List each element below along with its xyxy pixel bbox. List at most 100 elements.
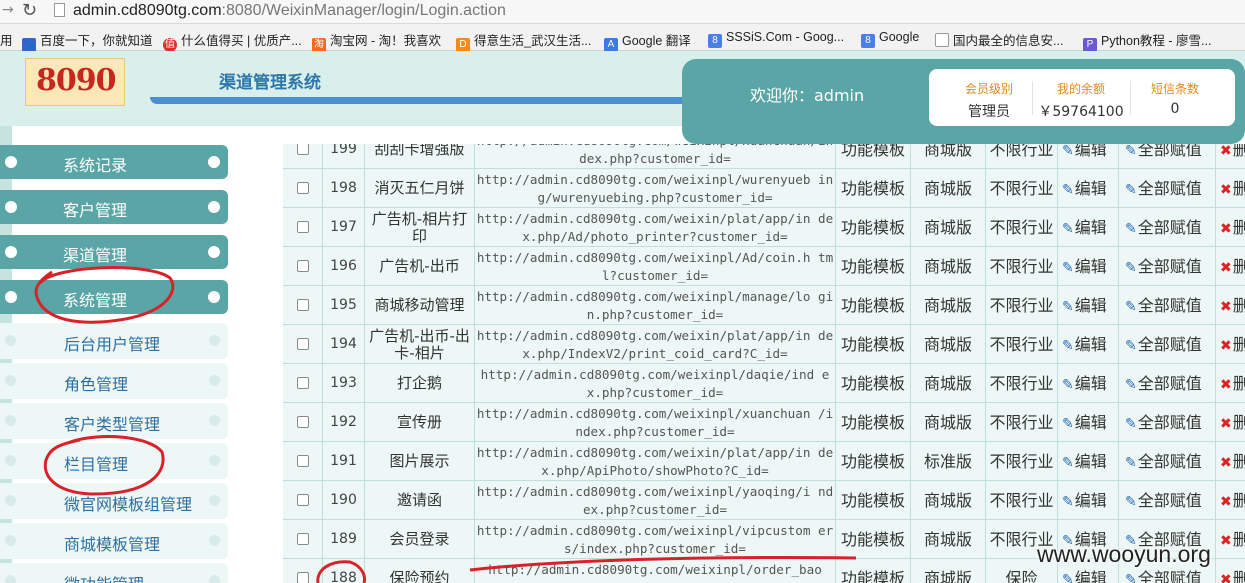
- bookmark-item[interactable]: 8 Google: [861, 30, 919, 48]
- sms-count: 短信条数 0: [1130, 80, 1220, 117]
- delete-icon: ✖: [1220, 299, 1232, 315]
- row-checkbox[interactable]: [297, 299, 309, 311]
- sidebar-subitem-columns[interactable]: 栏目管理: [0, 443, 228, 479]
- bookmark-item[interactable]: P Python教程 - 廖雪...: [1083, 30, 1211, 52]
- delete-link[interactable]: ✖删除: [1216, 208, 1245, 247]
- edit-label: 编辑: [1074, 218, 1107, 237]
- edit-link[interactable]: ✎编辑: [1058, 169, 1119, 208]
- assign-all-label: 全部赋值: [1137, 413, 1202, 432]
- delete-icon: ✖: [1220, 455, 1232, 471]
- bookmark-item[interactable]: 国内最全的信息安...: [935, 30, 1063, 49]
- sidebar-item-customers[interactable]: 客户管理: [0, 190, 228, 224]
- row-checkbox[interactable]: [297, 182, 309, 194]
- row-checkbox[interactable]: [297, 338, 309, 350]
- delete-icon: ✖: [1220, 377, 1232, 393]
- edit-link[interactable]: ✎编辑: [1058, 208, 1119, 247]
- sidebar-subitem-roles[interactable]: 角色管理: [0, 363, 228, 399]
- delete-link[interactable]: ✖删除: [1216, 169, 1245, 208]
- edit-link[interactable]: ✎编辑: [1058, 481, 1119, 520]
- row-select-cell: [283, 520, 323, 559]
- assign-all-link[interactable]: ✎全部赋值: [1119, 247, 1216, 286]
- sidebar-subitem-micro-functions[interactable]: 微功能管理: [0, 563, 228, 583]
- delete-link[interactable]: ✖删除: [1216, 403, 1245, 442]
- row-checkbox[interactable]: [297, 144, 309, 155]
- url-field[interactable]: admin.cd8090tg.com:8080/WeixinManager/lo…: [54, 2, 506, 20]
- delete-link[interactable]: ✖删除: [1216, 559, 1245, 583]
- row-checkbox[interactable]: [297, 260, 309, 272]
- forward-arrow-icon[interactable]: →: [2, 2, 14, 18]
- sidebar-item-system-log[interactable]: 系统记录: [0, 145, 228, 179]
- bookmark-item[interactable]: 用: [0, 30, 13, 49]
- row-name: 会员登录: [365, 520, 475, 559]
- table-row: 196 广告机-出币 http://admin.cd8090tg.com/weixi…: [283, 247, 1245, 286]
- assign-all-label: 全部赋值: [1137, 452, 1202, 471]
- assign-all-label: 全部赋值: [1137, 491, 1202, 510]
- row-industry: 不限行业: [986, 208, 1058, 247]
- assign-all-link[interactable]: ✎全部赋值: [1119, 364, 1216, 403]
- pencil-icon: ✎: [1125, 377, 1137, 393]
- sidebar-subitem-admin-users[interactable]: 后台用户管理: [0, 323, 228, 359]
- edit-link[interactable]: ✎编辑: [1058, 247, 1119, 286]
- delete-label: 删除: [1232, 569, 1245, 583]
- row-type: 功能模板: [836, 286, 911, 325]
- delete-link[interactable]: ✖删除: [1216, 325, 1245, 364]
- assign-all-link[interactable]: ✎全部赋值: [1119, 208, 1216, 247]
- delete-link[interactable]: ✖删除: [1216, 481, 1245, 520]
- delete-link[interactable]: ✖删除: [1216, 144, 1245, 169]
- assign-all-link[interactable]: ✎全部赋值: [1119, 442, 1216, 481]
- sms-count-label: 短信条数: [1150, 82, 1199, 96]
- bookmark-item[interactable]: D 得意生活_武汉生活...: [456, 30, 591, 52]
- edit-link[interactable]: ✎编辑: [1058, 325, 1119, 364]
- bookmark-item[interactable]: A Google 翻译: [604, 30, 691, 52]
- sidebar-subitem-micro-site-templates[interactable]: 微官网模板组管理: [0, 483, 228, 519]
- edit-link[interactable]: ✎编辑: [1058, 403, 1119, 442]
- row-checkbox[interactable]: [297, 572, 309, 583]
- row-select-cell: [283, 286, 323, 325]
- delete-link[interactable]: ✖删除: [1216, 442, 1245, 481]
- edit-link[interactable]: ✎编辑: [1058, 144, 1119, 169]
- sidebar-subitem-customer-types[interactable]: 客户类型管理: [0, 403, 228, 439]
- assign-all-label: 全部赋值: [1137, 179, 1202, 198]
- assign-all-link[interactable]: ✎全部赋值: [1119, 169, 1216, 208]
- row-version: 商城版: [911, 403, 986, 442]
- bookmark-label: 国内最全的信息安...: [953, 34, 1064, 48]
- row-checkbox[interactable]: [297, 416, 309, 428]
- delete-link[interactable]: ✖删除: [1216, 247, 1245, 286]
- delete-label: 删除: [1232, 452, 1245, 471]
- sidebar-subitem-mall-templates[interactable]: 商城模板管理: [0, 523, 228, 559]
- address-bar: → ↻ admin.cd8090tg.com:8080/WeixinManage…: [0, 0, 1245, 24]
- assign-all-link[interactable]: ✎全部赋值: [1119, 286, 1216, 325]
- assign-all-link[interactable]: ✎全部赋值: [1119, 325, 1216, 364]
- sidebar-item-channels[interactable]: 渠道管理: [0, 235, 228, 269]
- bookmark-item[interactable]: 🐾 百度一下，你就知道: [22, 30, 153, 52]
- sidebar-item-system[interactable]: 系统管理: [0, 280, 228, 314]
- delete-label: 删除: [1232, 144, 1245, 159]
- bookmark-item[interactable]: 8 SSSiS.Com - Goog...: [708, 30, 844, 48]
- pencil-icon: ✎: [1125, 494, 1137, 510]
- assign-all-label: 全部赋值: [1137, 296, 1202, 315]
- delete-link[interactable]: ✖删除: [1216, 520, 1245, 559]
- delete-link[interactable]: ✖删除: [1216, 364, 1245, 403]
- row-checkbox[interactable]: [297, 533, 309, 545]
- edit-link[interactable]: ✎编辑: [1058, 442, 1119, 481]
- edit-link[interactable]: ✎编辑: [1058, 364, 1119, 403]
- assign-all-link[interactable]: ✎全部赋值: [1119, 144, 1216, 169]
- member-level: 会员级别 管理员: [944, 80, 1034, 121]
- google-icon: 8: [861, 34, 875, 48]
- google-icon: 8: [708, 34, 722, 48]
- sidebar-item-label: 角色管理: [64, 375, 129, 394]
- delete-link[interactable]: ✖删除: [1216, 286, 1245, 325]
- assign-all-link[interactable]: ✎全部赋值: [1119, 481, 1216, 520]
- row-industry: 不限行业: [986, 481, 1058, 520]
- row-checkbox[interactable]: [297, 494, 309, 506]
- row-checkbox[interactable]: [297, 221, 309, 233]
- edit-link[interactable]: ✎编辑: [1058, 286, 1119, 325]
- row-checkbox[interactable]: [297, 377, 309, 389]
- reload-icon[interactable]: ↻: [22, 0, 37, 21]
- delete-icon: ✖: [1220, 338, 1232, 354]
- row-checkbox[interactable]: [297, 455, 309, 467]
- assign-all-link[interactable]: ✎全部赋值: [1119, 403, 1216, 442]
- bookmark-item[interactable]: 值什么值得买 | 优质产...: [163, 30, 302, 52]
- bookmark-item[interactable]: 淘淘宝网 - 淘！我喜欢: [312, 30, 441, 52]
- python-icon: P: [1083, 38, 1097, 52]
